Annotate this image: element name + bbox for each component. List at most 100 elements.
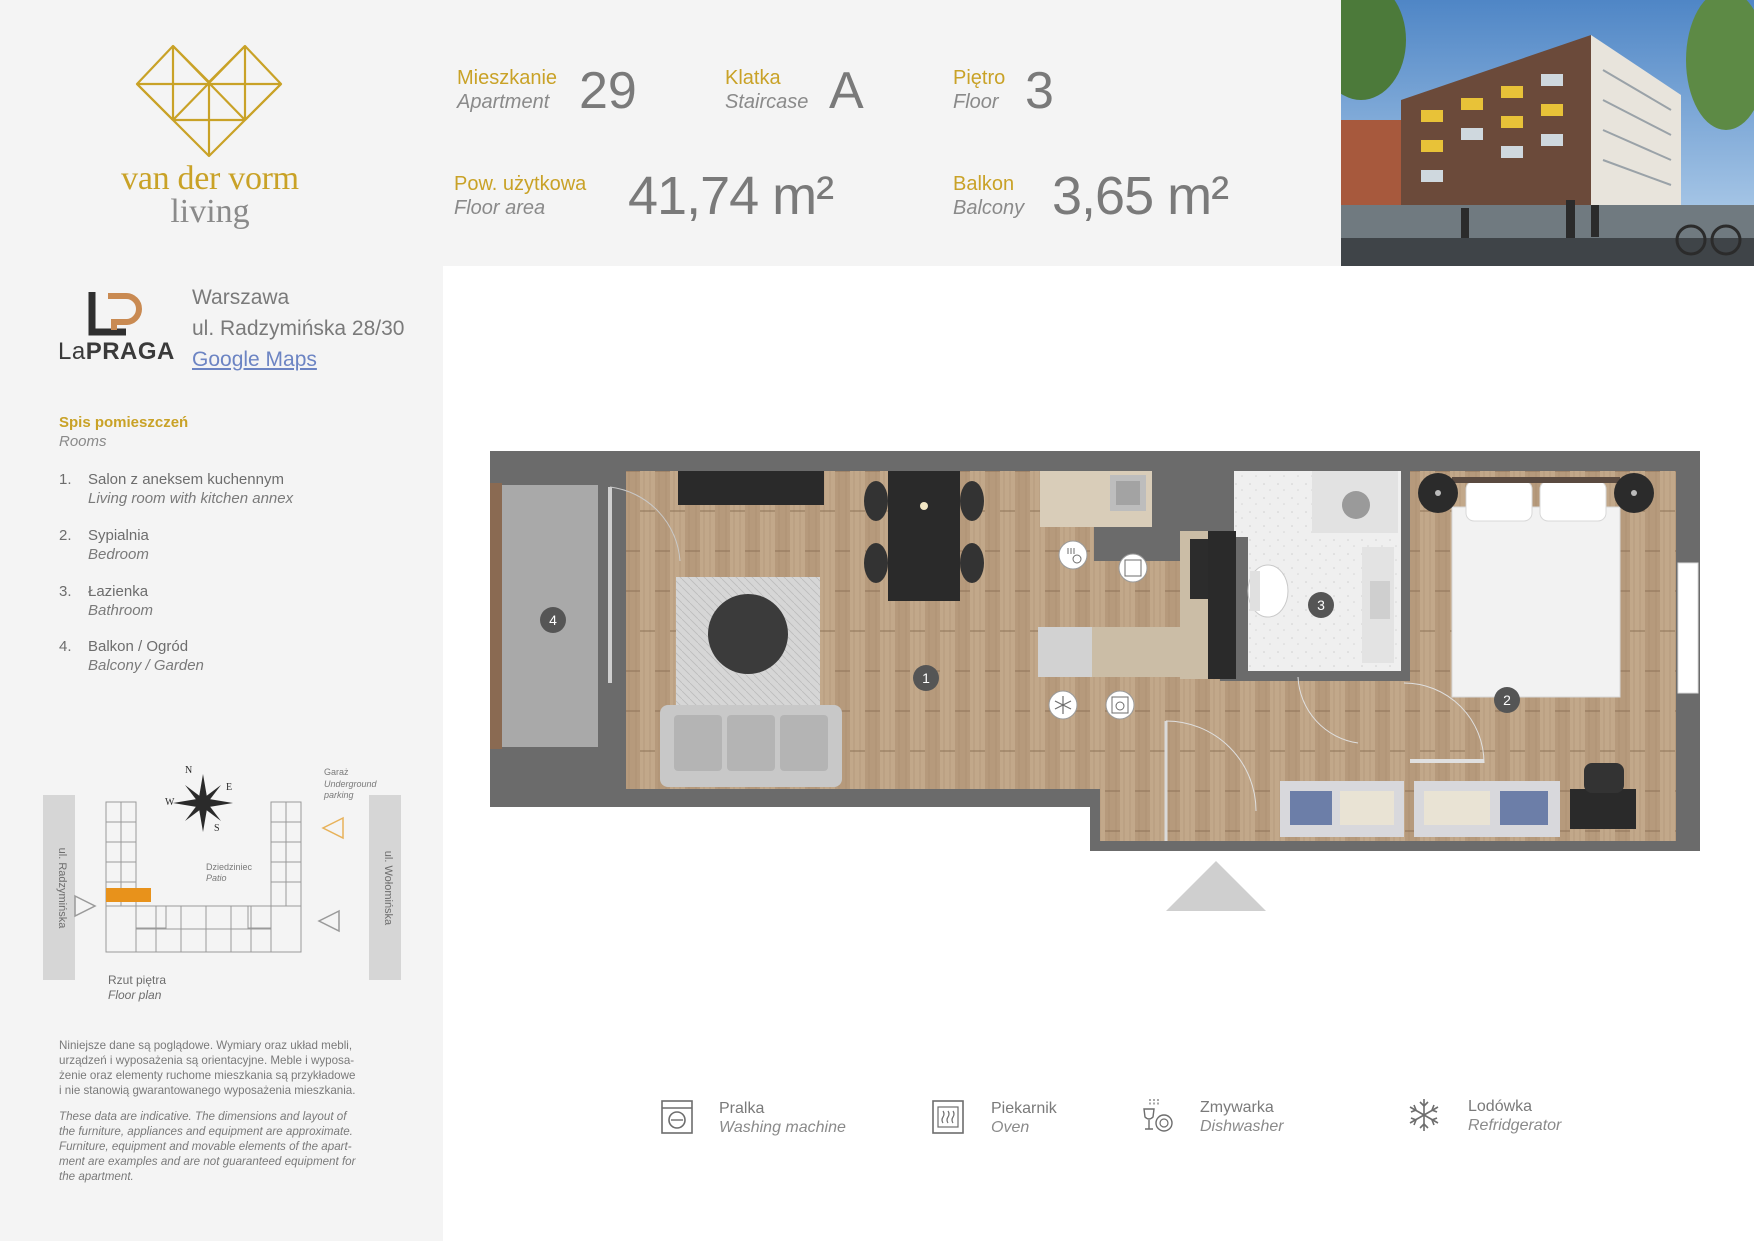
bed: [1451, 506, 1621, 698]
room-number: 3.: [59, 583, 72, 600]
balcony-area-value: 3,65 m²: [1052, 166, 1229, 226]
room-name-pl: Balkon / Ogród: [88, 638, 189, 655]
room-name-pl: Łazienka: [88, 583, 149, 600]
refrigerator-badge-icon: [1048, 690, 1078, 720]
dishwasher-icon: [1143, 1099, 1173, 1132]
room-marker-label: 3: [1317, 597, 1325, 613]
left-panel: van der vorm living LaPRAGA Warszawa ul.…: [0, 0, 443, 1241]
floor-value: 3: [1025, 62, 1054, 120]
desk: [1570, 789, 1636, 829]
bedroom-window: [1677, 562, 1699, 694]
street-label-right: ul. Wołomińska: [382, 851, 394, 926]
disclaimer-line: These data are indicative. The dimension…: [59, 1110, 347, 1123]
room-name-en: Bathroom: [88, 602, 154, 619]
floor-area-label: Pow. użytkowa: [454, 173, 587, 195]
compass-north: N: [185, 765, 192, 776]
google-maps-link[interactable]: Google Maps: [192, 348, 317, 372]
patio-label-pl: Dziedziniec: [206, 862, 253, 872]
room-name-en: Living room with kitchen annex: [88, 490, 294, 507]
legend-refrigerator-en: Refridgerator: [1468, 1117, 1562, 1134]
legend-refrigerator-pl: Lodówka: [1468, 1098, 1533, 1115]
room-number: 2.: [59, 527, 72, 544]
apartment-number-label: Mieszkanie: [457, 67, 558, 89]
tv-unit: [678, 471, 824, 505]
disclaimer-line: Niniejsze dane są poglądowe. Wymiary ora…: [59, 1039, 353, 1052]
disclaimer-line: Furniture, equipment and movable element…: [59, 1140, 352, 1153]
apartment-highlight: [106, 888, 151, 902]
siteplan-caption-en: Floor plan: [108, 988, 162, 1002]
dining-table: [888, 471, 960, 601]
apartment-floor-plan: 4 1 3 2: [490, 451, 1700, 911]
address-street: ul. Radzymińska 28/30: [192, 317, 405, 340]
room-marker-label: 1: [922, 670, 930, 686]
oven-icon: [932, 1100, 964, 1134]
garage-label-pl: Garaż: [324, 767, 349, 777]
compass-rose-icon: [173, 774, 233, 832]
lapraga-logo-icon: [88, 292, 142, 336]
floor-area-sublabel: Floor area: [454, 197, 546, 219]
garage-label-en2: parking: [323, 790, 354, 800]
room-marker-bedroom: 2: [1494, 687, 1520, 713]
legend-washing-machine-en: Washing machine: [719, 1119, 846, 1136]
room-marker-bathroom: 3: [1308, 592, 1334, 618]
patio-label-en: Patio: [206, 873, 227, 883]
entrance-arrow-right: [317, 909, 340, 933]
address-city: Warszawa: [192, 286, 290, 309]
building-photo: [1341, 0, 1754, 266]
room-marker-label: 4: [549, 612, 557, 628]
floor-sublabel: Floor: [953, 91, 999, 113]
disclaimer-en: These data are indicative. The dimension…: [59, 1109, 404, 1184]
washing-machine-icon: [661, 1100, 693, 1134]
apartment-number-sublabel: Apartment: [457, 91, 550, 113]
floor-area-value: 41,74 m²: [628, 166, 834, 226]
rooms-title: Spis pomieszczeń: [59, 414, 189, 431]
staircase-value: A: [829, 62, 864, 120]
disclaimer-line: urządzeń i wyposażenia są orientacyjne. …: [59, 1054, 355, 1067]
compass-west: W: [165, 797, 175, 808]
floor-label: Piętro: [953, 67, 1006, 89]
van-der-vorm-heart-logo: [135, 44, 283, 158]
room-marker-living-room: 1: [913, 665, 939, 691]
balcony-sublabel: Balcony: [953, 197, 1025, 219]
room-marker-label: 2: [1503, 692, 1511, 708]
legend-oven-pl: Piekarnik: [991, 1100, 1057, 1117]
disclaimer-pl: Niniejsze dane są poglądowe. Wymiary ora…: [59, 1038, 404, 1098]
staircase-label: Klatka: [725, 67, 781, 89]
room-number: 4.: [59, 638, 72, 655]
disclaimer-line: i nie stanowią gwarantowanego wyposażeni…: [59, 1084, 356, 1097]
refrigerator-icon: [1409, 1099, 1439, 1131]
legend-oven-en: Oven: [991, 1119, 1030, 1136]
garage-label-en1: Underground: [324, 779, 378, 789]
oven-badge-icon: [1118, 553, 1148, 583]
room-name-en: Balcony / Garden: [88, 657, 204, 674]
compass-east: E: [226, 782, 232, 793]
legend-dishwasher-en: Dishwasher: [1200, 1118, 1284, 1135]
room-name-en: Bedroom: [88, 546, 149, 563]
apartment-number-value: 29: [579, 62, 637, 120]
washing-machine-badge-icon: [1105, 690, 1135, 720]
entrance-arrow-icon: [1166, 861, 1266, 911]
room-name-pl: Salon z aneksem kuchennym: [88, 471, 284, 488]
lapraga-wordmark: LaPRAGA: [58, 338, 175, 365]
legend-dishwasher-pl: Zmywarka: [1200, 1099, 1274, 1116]
dishwasher-badge-icon: [1058, 540, 1088, 570]
room-number: 1.: [59, 471, 72, 488]
room-marker-balcony: 4: [540, 607, 566, 633]
legend-washing-machine-pl: Pralka: [719, 1100, 765, 1117]
disclaimer-line: ment are examples and are not guaranteed…: [59, 1155, 356, 1168]
disclaimer-line: żenie oraz elementy ruchome mieszkania s…: [59, 1069, 356, 1082]
entrance-arrow-left: [74, 894, 97, 918]
room-name-pl: Sypialnia: [88, 527, 149, 544]
compass-south: S: [214, 823, 220, 834]
siteplan-caption-pl: Rzut piętra: [108, 973, 166, 987]
staircase-sublabel: Staircase: [725, 91, 809, 113]
site-plan: ul. Radzymińska ul. Wołomińska N E S W G…: [43, 765, 401, 1002]
coffee-table: [708, 594, 788, 674]
disclaimer-line: the furniture, appliances and equipment …: [59, 1125, 353, 1138]
rooms-subtitle: Rooms: [59, 433, 107, 450]
balcony-label: Balkon: [953, 173, 1015, 195]
street-label-left: ul. Radzymińska: [56, 848, 68, 930]
garage-entrance-arrow: [321, 816, 344, 840]
disclaimer-line: the apartment.: [59, 1170, 134, 1183]
brand-subname: living: [170, 193, 250, 230]
